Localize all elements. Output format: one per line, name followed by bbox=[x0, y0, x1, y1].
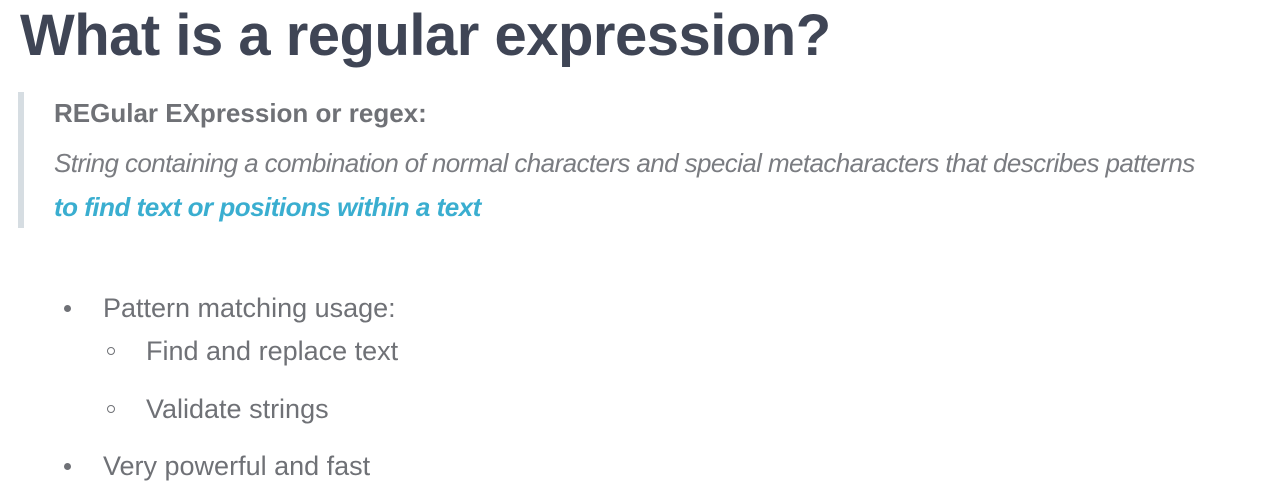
bullet-circle-icon bbox=[107, 347, 115, 355]
sublist-item-validate: Validate strings bbox=[146, 394, 329, 424]
definition-text: String containing a combination of norma… bbox=[54, 148, 1195, 178]
list-item-pattern-matching: Pattern matching usage: bbox=[103, 293, 396, 323]
definition-heading: REGular EXpression or regex: bbox=[54, 98, 427, 128]
bullet-disc-icon bbox=[64, 463, 71, 470]
definition-blockquote: REGular EXpression or regex: String cont… bbox=[18, 92, 1284, 228]
bullet-circle-icon bbox=[107, 405, 115, 413]
sublist-item-find-replace: Find and replace text bbox=[146, 336, 399, 366]
list-item-powerful: Very powerful and fast bbox=[103, 451, 371, 481]
definition-emphasis: to find text or positions within a text bbox=[54, 192, 481, 222]
page-title: What is a regular expression? bbox=[20, 3, 831, 68]
bullet-disc-icon bbox=[64, 305, 71, 312]
